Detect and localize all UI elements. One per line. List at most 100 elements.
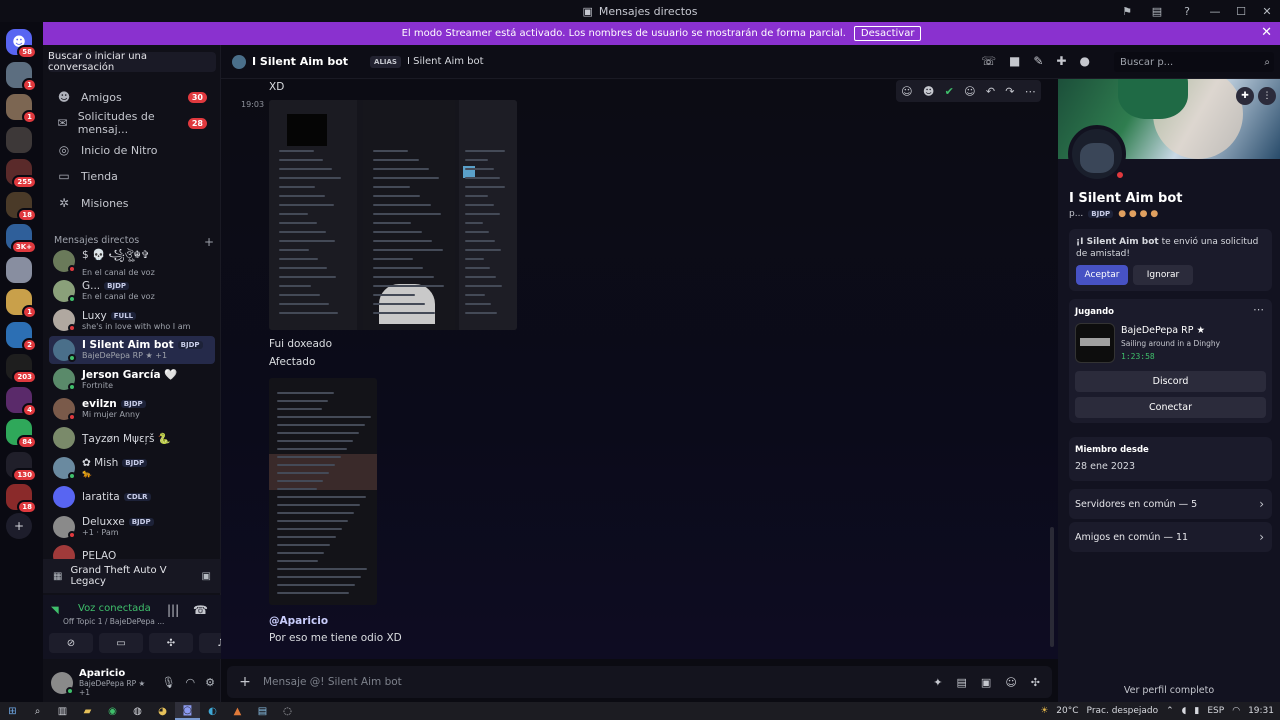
add-reaction-icon[interactable]: ☺ [964,85,975,98]
dm-item[interactable]: evilzn BJDP Mi mujer Anny [49,395,215,423]
server-icon[interactable]: 18 [6,484,37,514]
sticker-icon[interactable]: ▣ [981,676,991,689]
server-icon[interactable]: 1 [6,289,37,319]
weather-desc[interactable]: Prac. despejado [1087,706,1159,716]
server-icon[interactable]: 18 [6,191,37,222]
server-icon[interactable]: 1 [6,94,37,124]
steam-icon[interactable]: ◍ [125,702,150,720]
dm-item[interactable]: Luxy FULL she's in love with who I am [49,306,215,334]
camera-toggle-button[interactable]: ⊘ [49,633,93,653]
add-friend-icon[interactable]: ✚ [1236,87,1254,105]
noise-suppression-icon[interactable]: ||| [167,603,179,617]
attach-icon[interactable]: + [227,674,263,690]
task-view-icon[interactable]: ▥ [50,702,75,720]
whatsapp-icon[interactable]: ◉ [100,702,125,720]
server-icon[interactable] [6,126,32,153]
disable-streamer-button[interactable]: Desactivar [853,26,922,41]
voice-channel-label[interactable]: Off Topic 1 / BajeDePepa ... [63,617,164,626]
reply-icon[interactable]: ↶ [986,85,995,98]
help-icon[interactable]: ? [1172,0,1202,22]
message-input[interactable]: Mensaje @! Silent Aim bot [263,676,402,688]
gear-icon[interactable]: ⚙ [205,676,215,689]
server-icon[interactable]: 3K+ [6,224,37,254]
dm-item[interactable]: laratita CDLR [49,483,215,511]
language-indicator[interactable]: ESP [1207,706,1224,716]
notes-icon[interactable]: ▤ [250,702,275,720]
server-icon[interactable]: 203 [6,354,37,384]
microphone-icon[interactable]: 🎙 [162,676,176,689]
message-list[interactable]: XD 19:03 ☺ ☻ ✔ ☺ ↶ ↷ ⋯ Fui doxeado Afect… [221,79,1058,659]
connect-button[interactable]: Conectar [1075,397,1266,418]
dm-item[interactable]: Ţayzøn Μψεŗš 🐍 [49,424,215,452]
nav-shop[interactable]: ▭ Tienda [49,164,215,188]
chrome-icon[interactable]: ◕ [150,702,175,720]
headphones-icon[interactable]: ◠ [186,676,196,689]
ignore-button[interactable]: Ignorar [1133,265,1193,285]
dm-item[interactable]: Deluxxe BJDP +1 · Pam [49,513,215,541]
server-icon[interactable] [6,256,32,283]
screen-share-button[interactable]: ▭ [99,633,143,653]
emoji-icon[interactable]: ☺ [1005,676,1016,689]
close-icon[interactable]: ✕ [1261,25,1272,40]
edge-icon[interactable]: ◐ [200,702,225,720]
avatar[interactable] [51,671,74,695]
video-icon[interactable]: ■ [1009,54,1020,68]
dm-item[interactable]: ✿ Mish BJDP 🐆 [49,454,215,482]
voice-connected-label[interactable]: Voz conectada [78,603,151,614]
file-explorer-icon[interactable]: ▰ [75,702,100,720]
screenshot-attachment[interactable] [269,100,517,330]
mutual-friends-row[interactable]: Amigos en común — 11 › [1069,522,1272,552]
more-icon[interactable]: ⋮ [1258,87,1276,105]
mutual-servers-row[interactable]: Servidores en común — 5 › [1069,489,1272,519]
pin-icon[interactable]: ✎ [1033,54,1043,68]
dm-item[interactable]: Jerson García 🤍 Fortnite [49,365,215,393]
disconnect-icon[interactable]: ☎ [193,603,208,617]
gift-icon[interactable]: ✦ [933,676,942,689]
maximize-button[interactable]: ☐ [1228,0,1254,22]
search-icon[interactable]: ⌕ [25,702,50,720]
forward-icon[interactable]: ↷ [1005,85,1014,98]
more-icon[interactable]: ⋯ [1253,303,1264,316]
minimize-button[interactable]: — [1202,0,1228,22]
dm-item[interactable]: G... BJDP En el canal de voz [49,277,215,305]
now-playing-bar[interactable]: ▦ Grand Theft Auto V Legacy ▣ [43,559,221,593]
server-icon[interactable]: 1 [6,61,37,92]
call-icon[interactable]: ☏ [981,54,996,68]
conversation-search-button[interactable]: Buscar o iniciar una conversación [48,51,216,73]
nav-nitro[interactable]: ◎ Inicio de Nitro [49,138,215,162]
activities-button[interactable]: ✣ [149,633,193,653]
server-icon[interactable]: 4 [6,386,37,417]
laugh-reaction-icon[interactable]: ☺ [901,85,912,98]
add-server-button[interactable]: + [6,512,32,539]
scrollbar[interactable] [1050,527,1054,647]
app-icon[interactable]: ◌ [275,702,300,720]
add-friends-icon[interactable]: ✚ [1056,54,1066,68]
server-icon[interactable]: 130 [6,451,37,482]
joy-reaction-icon[interactable]: ☻ [923,85,934,98]
server-icon[interactable]: 2 [6,321,37,352]
user-mention[interactable]: @Aparicio [269,615,328,627]
flag-icon[interactable]: ⚑ [1112,0,1142,22]
nav-message-requests[interactable]: ✉ Solicitudes de mensaj... 28 [49,110,215,136]
avatar[interactable] [1068,125,1126,183]
discord-button[interactable]: Discord [1075,371,1266,392]
dm-item[interactable]: $ 💀 ꧁ঔৣ☬✞ En el canal de voz [49,247,215,277]
accept-button[interactable]: Aceptar [1076,265,1128,285]
more-icon[interactable]: ⋯ [1025,85,1036,98]
inbox-icon[interactable]: ▤ [1142,0,1172,22]
discord-taskbar-icon[interactable]: ◙ [175,702,200,720]
home-button[interactable]: ☻ 58 [6,29,37,59]
dm-item[interactable]: I Silent Aim bot BJDP BajeDePepa RP ★ +1 [49,335,215,364]
app-icon[interactable]: ▲ [225,702,250,720]
nav-friends[interactable]: ☻ Amigos 30 [49,85,215,109]
view-full-profile-link[interactable]: Ver perfil completo [1058,685,1280,696]
profile-toggle-icon[interactable]: ● [1079,54,1089,68]
volume-icon[interactable]: ◖ [1182,706,1187,716]
server-icon[interactable]: 255 [6,159,37,189]
close-window-button[interactable]: ✕ [1254,0,1280,22]
wifi-icon[interactable]: ◠ [1232,706,1240,716]
windows-start-icon[interactable]: ⊞ [0,702,25,720]
check-reaction-icon[interactable]: ✔ [945,85,954,98]
gif-icon[interactable]: ▤ [957,676,967,689]
server-icon[interactable]: 84 [6,419,37,449]
